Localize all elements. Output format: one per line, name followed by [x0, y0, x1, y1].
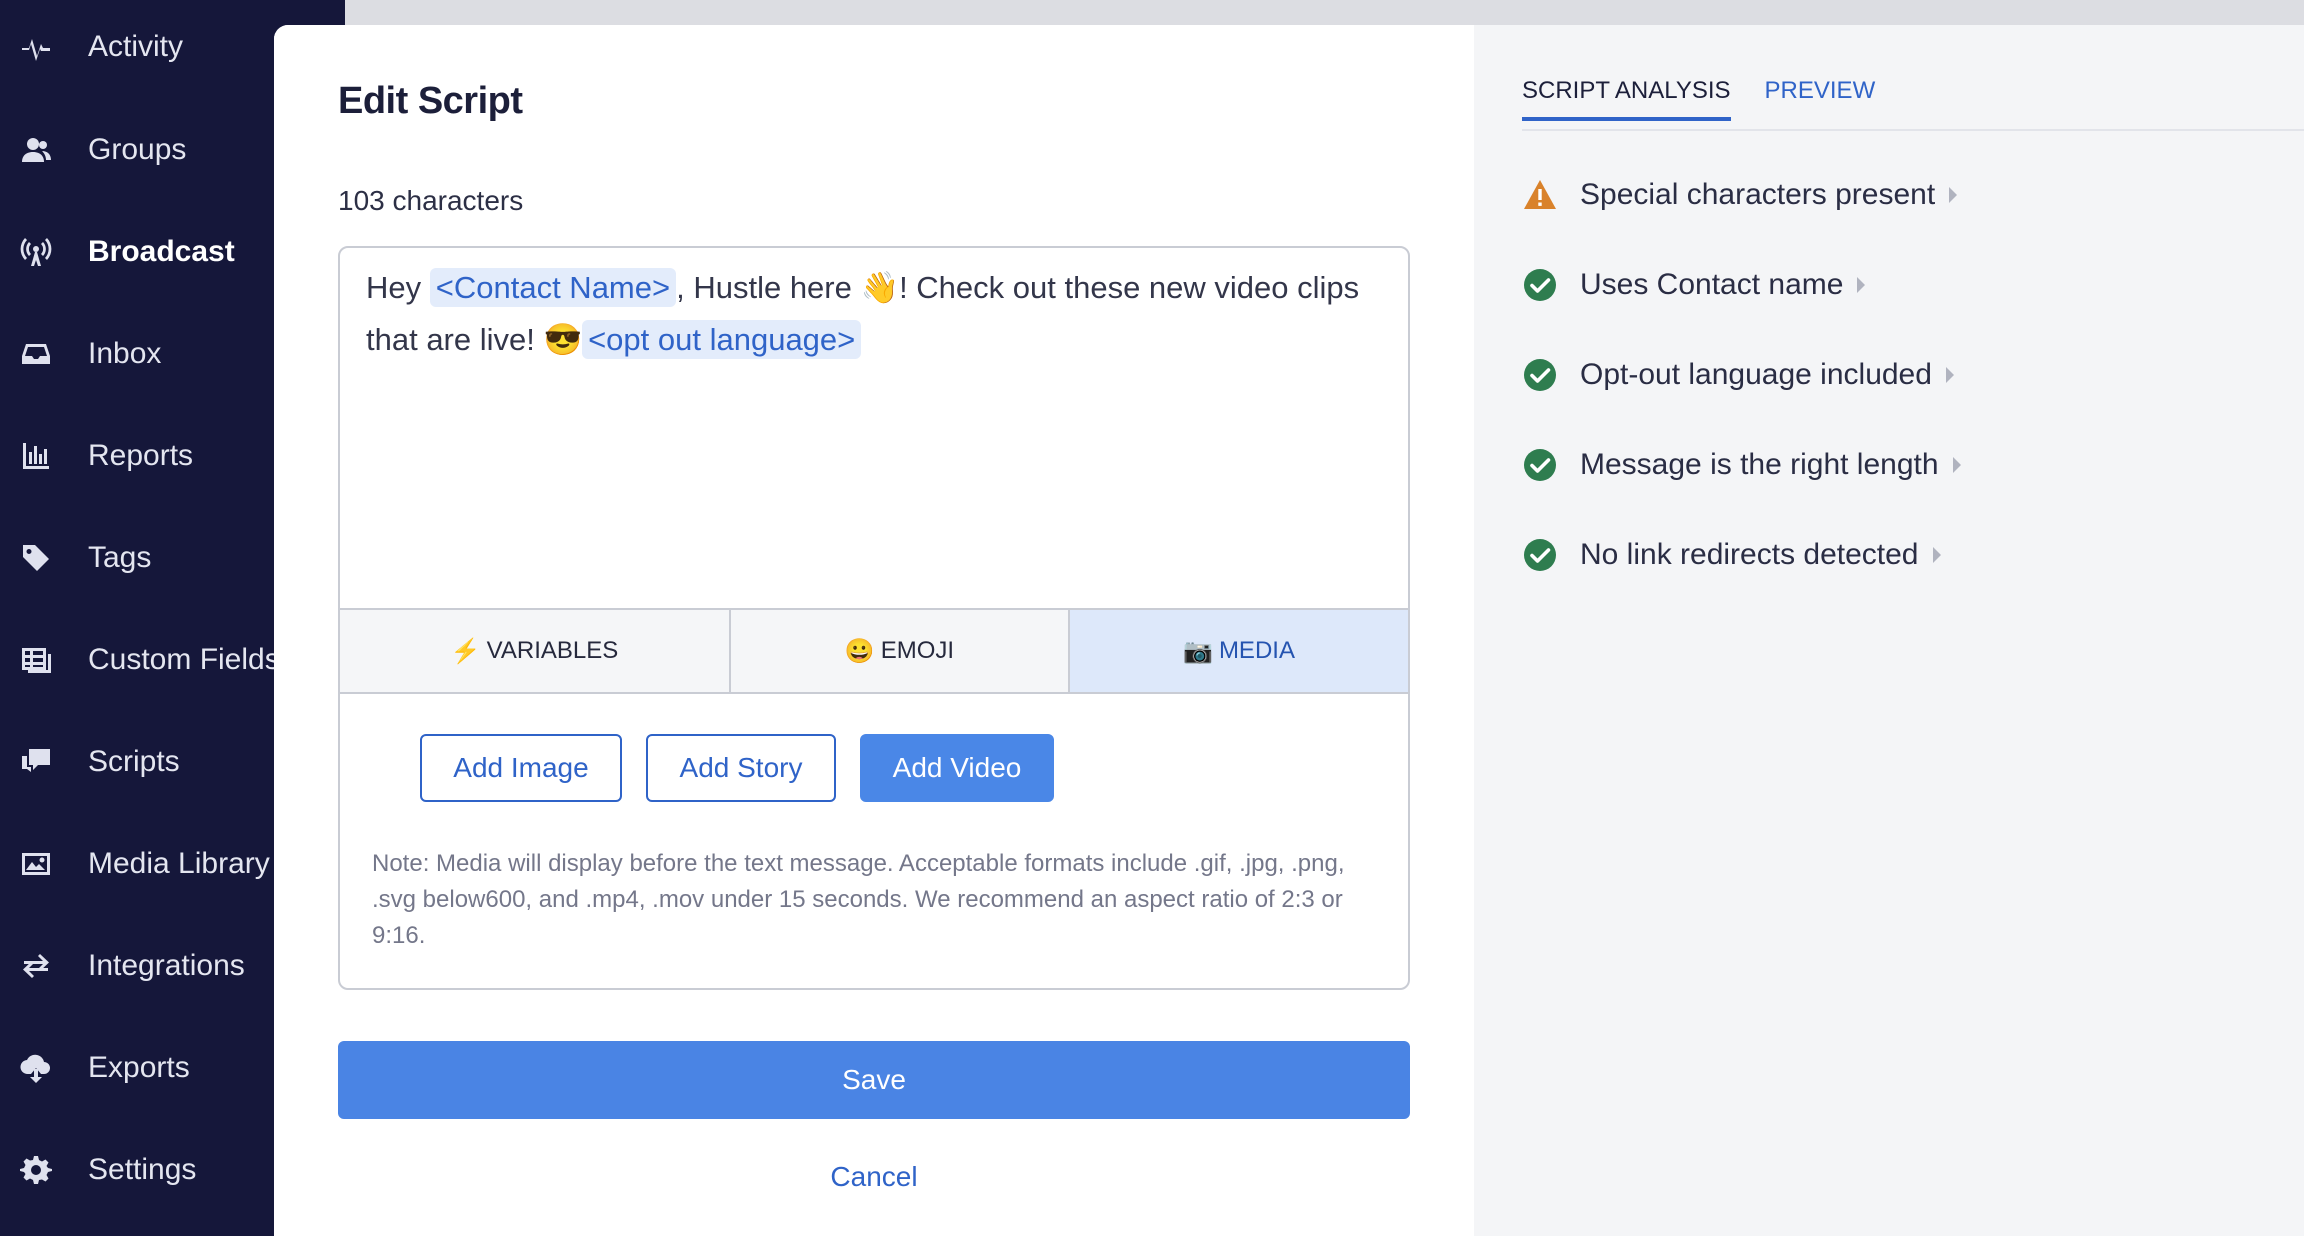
tab-variables[interactable]: ⚡ VARIABLES	[340, 610, 731, 692]
sidebar-item-label: Custom Fields	[88, 643, 280, 676]
tab-emoji[interactable]: 😀 EMOJI	[731, 610, 1070, 692]
check-label: No link redirects detected	[1580, 538, 1919, 571]
tab-media[interactable]: 📷 MEDIA	[1070, 610, 1408, 692]
gear-icon	[18, 1152, 54, 1188]
lightning-icon: ⚡	[450, 637, 481, 665]
sidebar-item-label: Groups	[88, 133, 187, 166]
tab-script-analysis[interactable]: SCRIPT ANALYSIS	[1522, 77, 1731, 121]
edit-script-modal: Edit Script 103 characters Hey <Contact …	[274, 25, 2304, 1236]
tab-preview[interactable]: PREVIEW	[1765, 77, 1876, 121]
custom-fields-icon	[18, 642, 54, 678]
page-title: Edit Script	[338, 80, 523, 122]
sidebar-item-label: Activity	[88, 30, 184, 63]
caret-right-icon	[1857, 277, 1866, 293]
media-library-icon	[18, 846, 54, 882]
media-note: Note: Media will display before the text…	[372, 850, 1345, 949]
sidebar-item-label: Integrations	[88, 949, 245, 982]
integrations-icon	[18, 948, 54, 984]
caret-right-icon	[1949, 187, 1958, 203]
check-special-characters[interactable]: Special characters present	[1522, 175, 1958, 215]
check-label: Opt-out language included	[1580, 358, 1932, 391]
scripts-icon	[18, 744, 54, 780]
caret-right-icon	[1945, 367, 1954, 383]
message-text: Hey	[366, 270, 430, 305]
sidebar-item-label: Media Library	[88, 847, 270, 880]
check-circle-icon	[1524, 449, 1556, 481]
check-circle-icon	[1524, 269, 1556, 301]
groups-icon	[18, 132, 54, 168]
tab-label: MEDIA	[1218, 637, 1295, 664]
broadcast-icon	[18, 234, 54, 270]
tag-icon	[18, 540, 54, 576]
check-label: Special characters present	[1580, 178, 1936, 211]
exports-icon	[18, 1050, 54, 1086]
emoji-icon: 😀	[844, 637, 875, 665]
sidebar-item-label: Exports	[88, 1051, 190, 1084]
tab-label: VARIABLES	[486, 637, 619, 664]
reports-icon	[18, 438, 54, 474]
sidebar-item-label: Inbox	[88, 337, 162, 370]
save-button[interactable]: Save	[338, 1041, 1410, 1119]
sidebar-item-label: Tags	[88, 541, 152, 574]
contact-name-variable[interactable]: <Contact Name>	[429, 268, 677, 307]
camera-icon: 📷	[1183, 637, 1213, 665]
media-buttons: Add Image Add Story Add Video	[420, 734, 1054, 802]
sidebar-item-label: Reports	[88, 439, 194, 472]
check-contact-name[interactable]: Uses Contact name	[1522, 265, 1866, 305]
editor-pane: Edit Script 103 characters Hey <Contact …	[274, 25, 1474, 1236]
message-textarea[interactable]: Hey <Contact Name>, Hustle here 👋! Check…	[366, 262, 1376, 366]
sidebar-item-label: Broadcast	[88, 235, 235, 268]
check-circle-icon	[1524, 539, 1556, 571]
caret-right-icon	[1952, 457, 1961, 473]
analysis-tabs: SCRIPT ANALYSIS PREVIEW	[1522, 77, 1909, 121]
script-analysis-pane: SCRIPT ANALYSIS PREVIEW Special characte…	[1474, 25, 2304, 1236]
check-message-length[interactable]: Message is the right length	[1522, 445, 1961, 485]
tab-divider	[1522, 129, 2304, 131]
check-label: Message is the right length	[1580, 448, 1939, 481]
sidebar-item-label: Scripts	[88, 745, 180, 778]
editor-toolbar: ⚡ VARIABLES 😀 EMOJI 📷 MEDIA	[340, 608, 1408, 694]
warning-icon	[1524, 180, 1556, 209]
add-story-button[interactable]: Add Story	[646, 734, 836, 802]
tab-label: EMOJI	[880, 637, 955, 664]
activity-icon	[18, 29, 54, 65]
add-image-button[interactable]: Add Image	[420, 734, 622, 802]
cancel-button[interactable]: Cancel	[338, 1161, 1410, 1193]
check-label: Uses Contact name	[1580, 268, 1844, 301]
script-editor: Hey <Contact Name>, Hustle here 👋! Check…	[338, 246, 1410, 990]
caret-right-icon	[1932, 547, 1941, 563]
inbox-icon	[18, 336, 54, 372]
add-video-button[interactable]: Add Video	[860, 734, 1054, 802]
check-circle-icon	[1524, 359, 1556, 391]
sidebar-item-label: Settings	[88, 1153, 197, 1186]
opt-out-variable[interactable]: <opt out language>	[582, 320, 862, 359]
check-link-redirects[interactable]: No link redirects detected	[1522, 535, 1941, 575]
check-opt-out[interactable]: Opt-out language included	[1522, 355, 1954, 395]
character-count: 103 characters	[338, 185, 524, 216]
